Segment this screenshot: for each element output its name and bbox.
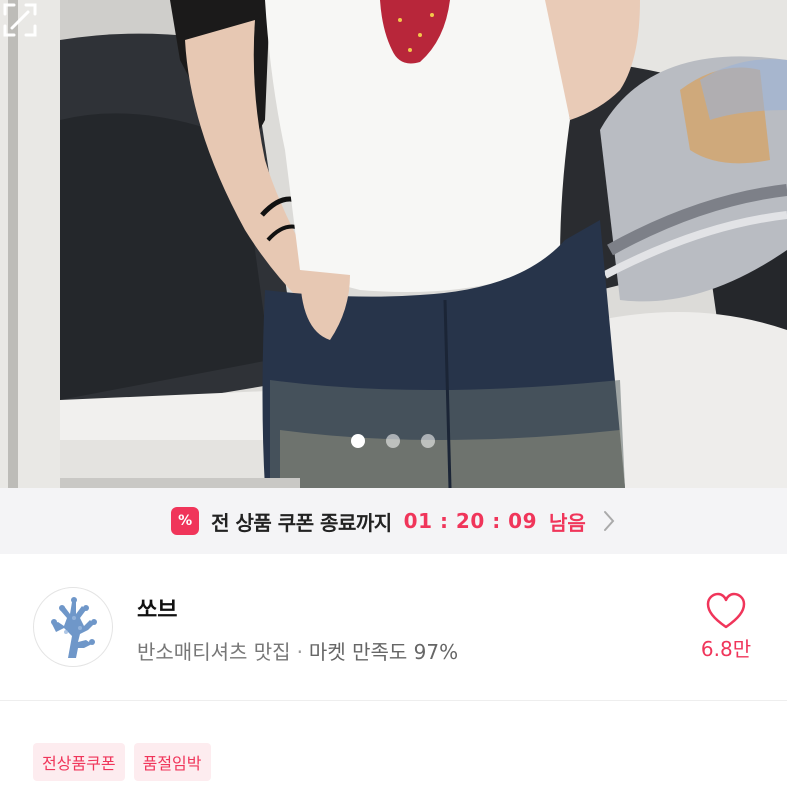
badge-all-coupon: 전상품쿠폰 — [33, 743, 125, 781]
coupon-label: 전 상품 쿠폰 종료까지 — [211, 510, 392, 535]
coupon-timer: 01 : 20 : 09 — [403, 509, 538, 533]
carousel-dot-3[interactable] — [421, 434, 435, 448]
shop-name[interactable]: 쏘브 — [137, 592, 177, 624]
separator-dot: · — [296, 640, 303, 664]
shop-subtitle: 반소매티셔츠 맛집 · 마켓 만족도 97% — [137, 636, 458, 665]
coupon-countdown-bar[interactable]: % 전 상품 쿠폰 종료까지 01 : 20 : 09 남음 — [0, 488, 787, 554]
coral-logo-icon — [51, 597, 97, 658]
carousel-dot-1[interactable] — [351, 434, 365, 448]
carousel-dot-2[interactable] — [386, 434, 400, 448]
coupon-remain-text: 남음 — [549, 510, 586, 535]
shop-info-row[interactable] — [0, 554, 787, 700]
like-count: 6.8만 — [700, 637, 752, 661]
market-satisfaction: 마켓 만족도 97% — [308, 640, 459, 664]
shop-tagline: 반소매티셔츠 맛집 — [137, 640, 291, 664]
badge-low-stock: 품절임박 — [133, 743, 211, 781]
product-image-carousel[interactable] — [0, 0, 787, 488]
product-photo — [0, 0, 787, 488]
shop-avatar[interactable] — [33, 587, 113, 667]
chevron-right-icon — [603, 511, 615, 531]
heart-like-icon[interactable] — [705, 591, 747, 631]
percent-coupon-icon: % — [171, 507, 200, 535]
fullscreen-expand-icon[interactable] — [0, 0, 40, 40]
product-badges: 전상품쿠폰 품절임박 — [33, 743, 211, 781]
carousel-indicator[interactable] — [351, 434, 435, 448]
section-divider — [0, 700, 787, 701]
